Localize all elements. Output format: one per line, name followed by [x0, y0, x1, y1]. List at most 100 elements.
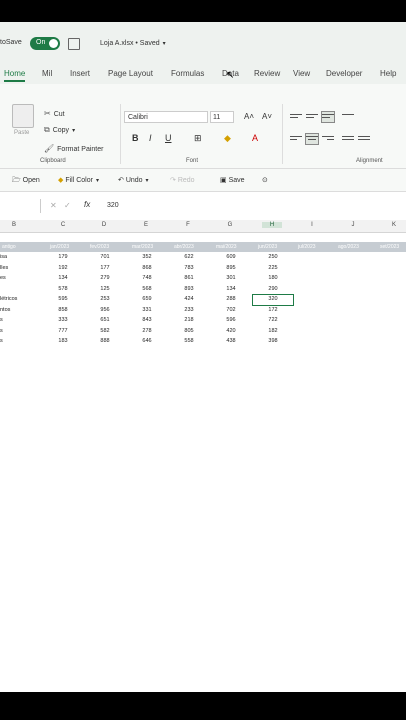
save-icon[interactable] — [68, 38, 80, 50]
cancel-icon[interactable]: ✕ — [50, 201, 57, 210]
undo-button[interactable]: ↶ Undo ▾ — [118, 176, 149, 184]
column-header-c[interactable]: C — [53, 222, 73, 228]
save-button[interactable]: ▣ Save — [220, 176, 245, 184]
data-cell[interactable]: 253 — [92, 296, 118, 302]
data-cell[interactable]: 333 — [50, 317, 76, 323]
data-cell[interactable]: 651 — [92, 317, 118, 323]
data-cell[interactable]: 225 — [260, 265, 286, 271]
header-cell[interactable]: mai/2023 — [216, 244, 237, 250]
data-cell[interactable]: 179 — [50, 254, 76, 260]
data-cell[interactable]: 331 — [134, 307, 160, 313]
document-title[interactable]: Loja A.xlsx • Saved ▾ — [100, 40, 166, 47]
increase-font-icon[interactable]: A˄ — [244, 112, 254, 121]
data-cell[interactable]: 596 — [218, 317, 244, 323]
data-cell[interactable]: 288 — [218, 296, 244, 302]
header-cell[interactable]: jan/2023 — [50, 244, 69, 250]
data-cell[interactable]: 177 — [92, 265, 118, 271]
customize-qat-icon[interactable]: ⊙ — [262, 176, 268, 184]
data-cell[interactable]: 420 — [218, 328, 244, 334]
data-cell[interactable]: 622 — [176, 254, 202, 260]
column-header-k[interactable]: K — [384, 222, 404, 228]
align-center-icon[interactable] — [305, 133, 319, 145]
data-cell[interactable]: 182 — [260, 328, 286, 334]
decrease-font-icon[interactable]: A˅ — [262, 112, 272, 121]
format-painter-button[interactable]: 🖌 Format Painter — [44, 144, 103, 153]
italic-icon[interactable]: I — [149, 133, 152, 143]
borders-icon[interactable]: ⊞ — [194, 133, 202, 144]
data-cell[interactable]: 609 — [218, 254, 244, 260]
tab-developer[interactable]: Developer — [326, 69, 362, 78]
data-cell[interactable]: 582 — [92, 328, 118, 334]
font-color-icon[interactable]: A — [252, 133, 258, 143]
tab-page-layout[interactable]: Page Layout — [108, 69, 153, 78]
data-cell[interactable]: 290 — [260, 286, 286, 292]
column-header-d[interactable]: D — [94, 222, 114, 228]
data-cell[interactable]: 438 — [218, 338, 244, 344]
header-cell[interactable]: fev/2023 — [90, 244, 109, 250]
row-label-cell[interactable]: lles — [0, 265, 8, 271]
decrease-indent-icon[interactable] — [342, 134, 354, 144]
data-cell[interactable]: 125 — [92, 286, 118, 292]
data-cell[interactable]: 352 — [134, 254, 160, 260]
open-button[interactable]: 🗁 Open — [12, 176, 40, 187]
formula-input[interactable]: 320 — [107, 202, 119, 209]
header-cell[interactable]: jul/2023 — [298, 244, 316, 250]
row-label-cell[interactable]: s — [0, 317, 3, 323]
header-cell[interactable]: ago/2023 — [338, 244, 359, 250]
increase-indent-icon[interactable] — [358, 134, 370, 144]
data-cell[interactable]: 172 — [260, 307, 286, 313]
data-cell[interactable]: 218 — [176, 317, 202, 323]
data-cell[interactable]: 783 — [176, 265, 202, 271]
fx-icon[interactable]: fx — [84, 200, 90, 209]
selected-cell[interactable] — [252, 294, 294, 306]
font-name-select[interactable]: Calibri — [124, 111, 208, 123]
tab-help[interactable]: Help — [380, 69, 396, 78]
data-cell[interactable]: 895 — [218, 265, 244, 271]
orientation-icon[interactable] — [342, 112, 354, 122]
header-cell[interactable]: abr/2023 — [174, 244, 194, 250]
data-cell[interactable]: 398 — [260, 338, 286, 344]
data-cell[interactable]: 233 — [176, 307, 202, 313]
column-header-j[interactable]: J — [343, 222, 363, 228]
row-label-cell[interactable]: isa — [0, 254, 7, 260]
data-cell[interactable]: 956 — [92, 307, 118, 313]
data-cell[interactable]: 858 — [50, 307, 76, 313]
header-cell[interactable]: mar/2023 — [132, 244, 153, 250]
data-cell[interactable]: 183 — [50, 338, 76, 344]
tab-review[interactable]: Review — [254, 69, 280, 78]
redo-button[interactable]: ↷ Redo — [170, 176, 195, 184]
data-cell[interactable]: 777 — [50, 328, 76, 334]
tab-view[interactable]: View — [293, 69, 310, 78]
data-cell[interactable]: 134 — [50, 275, 76, 281]
header-cell[interactable]: set/2023 — [380, 244, 399, 250]
align-left-icon[interactable] — [290, 134, 302, 144]
column-header-b[interactable]: B — [4, 222, 24, 228]
align-bottom-icon[interactable] — [321, 111, 335, 123]
data-cell[interactable]: 250 — [260, 254, 286, 260]
data-cell[interactable]: 893 — [176, 286, 202, 292]
cut-button[interactable]: ✂ Cut — [44, 109, 65, 118]
font-size-select[interactable]: 11 — [210, 111, 234, 123]
data-cell[interactable]: 722 — [260, 317, 286, 323]
column-header-f[interactable]: F — [178, 222, 198, 228]
align-right-icon[interactable] — [322, 134, 334, 144]
data-cell[interactable]: 843 — [134, 317, 160, 323]
tab-insert[interactable]: Insert — [70, 69, 90, 78]
data-cell[interactable]: 805 — [176, 328, 202, 334]
tab-home[interactable]: Home — [4, 69, 26, 82]
tab-mil[interactable]: Mil — [42, 69, 52, 78]
fill-color-icon[interactable]: ◆ — [224, 133, 231, 144]
data-cell[interactable]: 578 — [50, 286, 76, 292]
align-middle-icon[interactable] — [306, 112, 318, 122]
data-cell[interactable]: 888 — [92, 338, 118, 344]
autosave-toggle[interactable]: On — [30, 37, 60, 50]
row-label-cell[interactable]: létricos — [0, 296, 17, 302]
tab-formulas[interactable]: Formulas — [171, 69, 204, 78]
bold-icon[interactable]: B — [132, 133, 139, 143]
data-cell[interactable]: 702 — [218, 307, 244, 313]
data-cell[interactable]: 701 — [92, 254, 118, 260]
underline-icon[interactable]: U — [165, 133, 172, 143]
data-cell[interactable]: 134 — [218, 286, 244, 292]
data-cell[interactable]: 180 — [260, 275, 286, 281]
data-cell[interactable]: 568 — [134, 286, 160, 292]
